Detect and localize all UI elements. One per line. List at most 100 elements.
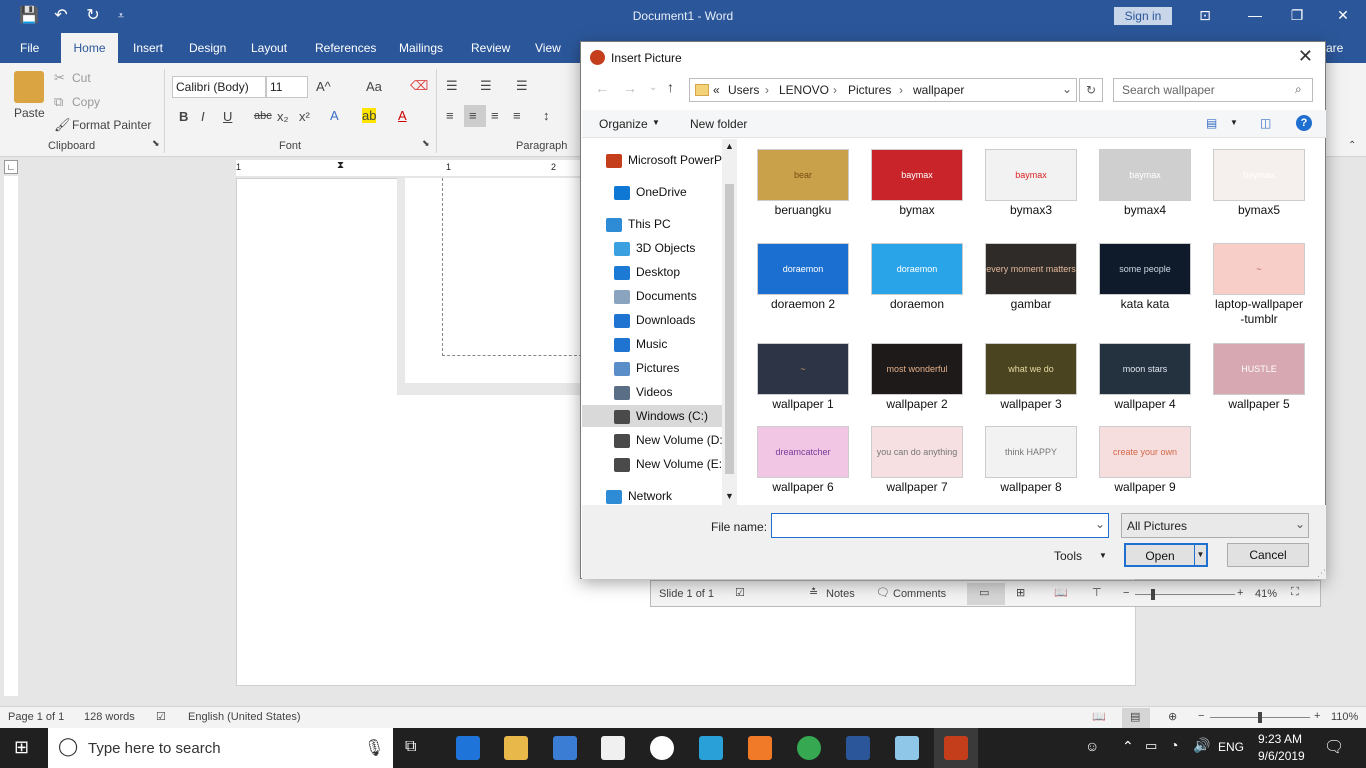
tab-share-partial[interactable]: are — [1326, 41, 1343, 55]
scrollbar-thumb[interactable] — [725, 184, 734, 474]
nav-item[interactable]: Pictures — [582, 357, 722, 379]
breadcrumb-lenovo[interactable]: LENOVO — [779, 83, 829, 97]
close-icon[interactable]: ✕ — [1298, 46, 1313, 67]
notifications-icon[interactable]: 🗨 — [1324, 737, 1344, 757]
breadcrumb-overflow[interactable]: « — [713, 83, 720, 97]
numbering-icon[interactable]: ☰ — [480, 78, 492, 94]
tab-selector-icon[interactable]: ∟ — [4, 160, 18, 174]
breadcrumb-users[interactable]: Users — [728, 83, 759, 97]
up-arrow-icon[interactable]: ↑ — [667, 79, 674, 95]
zoom-slider[interactable] — [1135, 594, 1235, 595]
bullets-icon[interactable]: ☰ — [446, 78, 458, 94]
nav-item[interactable]: OneDrive — [582, 181, 722, 203]
clock-date[interactable]: 9/6/2019 — [1258, 749, 1305, 763]
tab-home[interactable]: Home — [61, 33, 118, 63]
bold-icon[interactable]: B — [179, 109, 188, 124]
file-tile[interactable]: what we do wallpaper 3 — [974, 343, 1088, 412]
tab-design[interactable]: Design — [189, 41, 226, 55]
clock-time[interactable]: 9:23 AM — [1258, 732, 1302, 746]
word-taskbar-icon[interactable] — [846, 736, 870, 760]
tab-references[interactable]: References — [315, 41, 376, 55]
subscript-icon[interactable]: x₂ — [277, 109, 289, 124]
superscript-icon[interactable]: x² — [299, 109, 310, 124]
zoom-slider-thumb[interactable] — [1258, 712, 1262, 723]
tools-button[interactable]: Tools — [1054, 549, 1082, 563]
view-dropdown-icon[interactable]: ▼ — [1230, 118, 1238, 127]
multilevel-list-icon[interactable]: ☰ — [516, 78, 528, 94]
nav-item[interactable]: New Volume (D: — [582, 429, 722, 451]
address-bar[interactable]: « Users › LENOVO › Pictures › wallpaper … — [689, 78, 1077, 102]
filter-dropdown-icon[interactable]: ⌄ — [1295, 517, 1305, 531]
file-explorer-icon[interactable] — [504, 736, 528, 760]
app-icon[interactable] — [895, 736, 919, 760]
dialog-launcher-icon[interactable]: ⬊ — [152, 138, 160, 149]
nav-item[interactable]: Desktop — [582, 261, 722, 283]
new-folder-button[interactable]: New folder — [690, 117, 747, 131]
clear-formatting-icon[interactable]: ⌫ — [410, 78, 428, 94]
organize-button[interactable]: Organize — [599, 117, 648, 131]
slideshow-icon[interactable]: ⊤ — [1092, 586, 1102, 599]
back-arrow-icon[interactable]: ← — [595, 80, 609, 96]
lync-icon[interactable] — [699, 736, 723, 760]
file-tile[interactable]: every moment matters gambar — [974, 243, 1088, 312]
file-tile[interactable]: baymax bymax3 — [974, 149, 1088, 218]
change-case-icon[interactable]: Aa — [366, 79, 382, 94]
nav-item[interactable]: Videos — [582, 381, 722, 403]
align-left-icon[interactable]: ≡ — [446, 108, 454, 123]
cut-button[interactable]: Cut — [72, 71, 91, 85]
volume-icon[interactable]: 🔊 — [1193, 737, 1210, 754]
file-tile[interactable]: doraemon doraemon — [860, 243, 974, 312]
file-name-dropdown-icon[interactable]: ⌄ — [1095, 517, 1105, 531]
tab-mailings[interactable]: Mailings — [399, 41, 443, 55]
nav-item[interactable]: Network — [582, 485, 722, 507]
page-counter[interactable]: Page 1 of 1 — [8, 711, 64, 723]
file-tile[interactable]: moon stars wallpaper 4 — [1088, 343, 1202, 412]
file-tile[interactable]: think HAPPY wallpaper 8 — [974, 426, 1088, 495]
align-center-icon[interactable]: ≡ — [469, 108, 477, 123]
nav-item[interactable]: Windows (C:) — [582, 405, 722, 427]
font-family-select[interactable]: Calibri (Body) — [172, 76, 266, 98]
proofing-icon[interactable]: ☑ — [156, 710, 166, 723]
zoom-in-icon[interactable]: + — [1237, 587, 1243, 599]
justify-icon[interactable]: ≡ — [513, 108, 521, 123]
print-layout-icon[interactable]: ▤ — [1130, 710, 1140, 723]
indent-marker-icon[interactable]: ⧗ — [337, 160, 344, 171]
search-wallpaper-input[interactable]: Search wallpaper — [1113, 78, 1313, 102]
recent-locations-icon[interactable]: ⌄ — [649, 82, 657, 93]
navigation-scrollbar[interactable]: ▲ ▼ — [722, 139, 737, 505]
nav-item[interactable]: Downloads — [582, 309, 722, 331]
people-icon[interactable]: ☺ — [1085, 738, 1099, 754]
breadcrumb-pictures[interactable]: Pictures — [848, 83, 891, 97]
align-right-icon[interactable]: ≡ — [491, 108, 499, 123]
media-icon[interactable] — [650, 736, 674, 760]
reading-view-icon[interactable]: 📖 — [1054, 586, 1068, 599]
copy-button[interactable]: Copy — [72, 95, 100, 109]
zoom-out-icon[interactable]: − — [1123, 587, 1129, 599]
battery-icon[interactable]: ▭ — [1145, 738, 1157, 754]
ribbon-display-options-icon[interactable]: ⊡ — [1195, 7, 1215, 24]
open-dropdown-icon[interactable]: ▼ — [1194, 543, 1208, 567]
address-dropdown-icon[interactable]: ⌄ — [1062, 82, 1072, 96]
minimize-icon[interactable]: — — [1245, 7, 1265, 23]
file-tile[interactable]: baymax bymax5 — [1202, 149, 1316, 218]
refresh-icon[interactable]: ↻ — [1079, 78, 1103, 102]
file-name-input[interactable] — [771, 513, 1109, 538]
chrome-icon[interactable] — [797, 736, 821, 760]
highlight-icon[interactable]: ab — [362, 108, 377, 123]
nav-item[interactable]: Documents — [582, 285, 722, 307]
breadcrumb-wallpaper[interactable]: wallpaper — [913, 83, 964, 97]
paste-button[interactable]: Paste — [14, 106, 45, 120]
show-hidden-icons-icon[interactable]: ⌃ — [1122, 738, 1134, 755]
cancel-button[interactable]: Cancel — [1227, 543, 1309, 567]
normal-view-icon[interactable]: ▭ — [979, 586, 989, 599]
file-tile[interactable]: HUSTLE wallpaper 5 — [1202, 343, 1316, 412]
tab-file[interactable]: File — [20, 41, 39, 55]
file-tile[interactable]: ~ laptop-wallpaper -tumblr — [1202, 243, 1316, 327]
change-view-icon[interactable]: ▤ — [1206, 116, 1217, 130]
open-button[interactable]: Open — [1124, 543, 1196, 567]
restore-icon[interactable]: ❐ — [1287, 7, 1307, 24]
taskbar-search-box[interactable]: ◯ Type here to search 🎙 — [48, 728, 393, 768]
scroll-up-icon[interactable]: ▲ — [725, 141, 734, 151]
edge-icon[interactable] — [456, 736, 480, 760]
underline-icon[interactable]: U — [223, 109, 232, 124]
